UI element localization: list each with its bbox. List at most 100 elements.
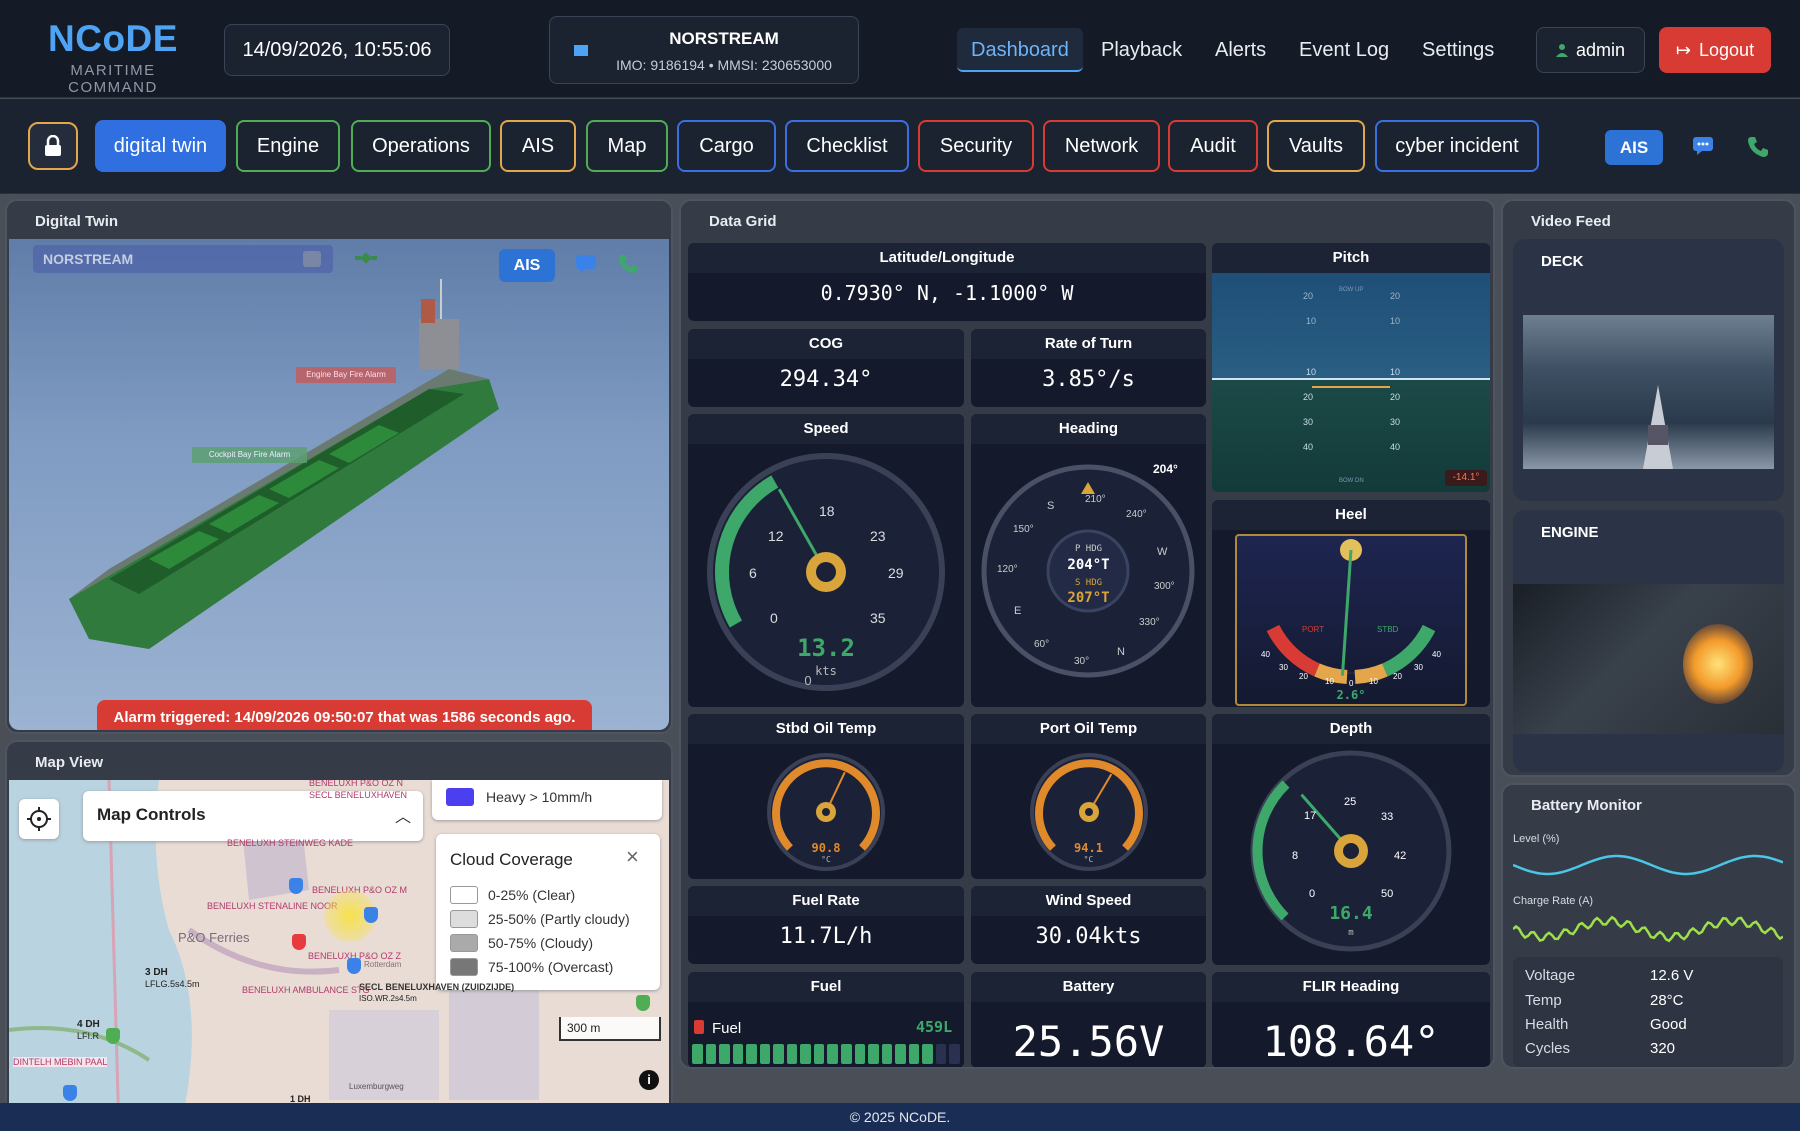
footer: © 2025 NCoDE. <box>0 1103 1800 1131</box>
heel-tick: 30 <box>1279 663 1288 672</box>
fuel-value: 459L <box>916 1018 953 1036</box>
cloud-label: 75-100% (Overcast) <box>488 959 614 975</box>
ais-marker-icon[interactable] <box>63 1085 77 1101</box>
wind-speed-cell: Wind Speed 30.04kts <box>971 886 1206 964</box>
data-grid-title: Data Grid <box>709 213 777 230</box>
lock-button[interactable] <box>28 122 78 170</box>
level-chart-label: Level (%) <box>1513 833 1560 845</box>
info-icon[interactable]: i <box>639 1070 659 1090</box>
engine-camera-feed[interactable] <box>1513 584 1784 734</box>
heel-tick: 40 <box>1432 650 1441 659</box>
twin-chat-icon[interactable] <box>575 254 597 274</box>
ais-marker-icon[interactable] <box>106 1028 120 1044</box>
stat-key: Health <box>1525 1016 1569 1033</box>
user-button[interactable]: admin <box>1536 27 1645 73</box>
tab-checklist[interactable]: Checklist <box>785 120 909 172</box>
nav-playback[interactable]: Playback <box>1087 28 1196 72</box>
flir-value: 108.64° <box>1262 1017 1440 1066</box>
cockpit-bay-alarm-label[interactable]: Cockpit Bay Fire Alarm <box>192 447 307 463</box>
heel-tick: 30 <box>1414 663 1423 672</box>
tab-security[interactable]: Security <box>918 120 1034 172</box>
ship-model[interactable] <box>69 279 529 659</box>
heel-tick: 0 <box>1349 679 1354 688</box>
pitch-tick: 10 <box>1390 367 1401 377</box>
digital-twin-viewport[interactable]: NORSTREAM AIS Engine Bay Fire Alarm Cock… <box>9 239 669 730</box>
heading-cell: Heading 204° 210° 240° W 300° 330° N 30°… <box>971 414 1206 707</box>
brand-subtitle: MARITIME COMMAND <box>68 62 158 96</box>
tab-vaults[interactable]: Vaults <box>1267 120 1365 172</box>
twin-phone-icon[interactable] <box>617 253 639 275</box>
fuel-segment <box>786 1044 798 1064</box>
ais-marker-icon[interactable] <box>636 995 650 1011</box>
lock-icon <box>45 135 61 156</box>
engine-camera-label: ENGINE <box>1541 524 1599 541</box>
depth-tick: 42 <box>1394 850 1407 862</box>
map-place-label: SECL BENELUXHAVEN (ZUIDZIJDE) <box>359 982 515 992</box>
chat-icon[interactable] <box>1692 136 1714 156</box>
fuel-segment <box>732 1044 744 1064</box>
nav-dashboard[interactable]: Dashboard <box>957 28 1083 72</box>
brand: NCoDE MARITIME COMMAND <box>28 18 198 96</box>
charge-chart-label: Charge Rate (A) <box>1513 895 1594 907</box>
close-icon[interactable]: × <box>626 844 639 870</box>
fuel-segment <box>935 1044 947 1064</box>
fuel-segment <box>719 1044 730 1064</box>
engine-bay-alarm-label[interactable]: Engine Bay Fire Alarm <box>296 367 396 383</box>
battery-monitor-panel: Battery Monitor Level (%) Charge Rate (A… <box>1501 783 1796 1069</box>
ais-button[interactable]: AIS <box>1605 130 1663 165</box>
heel-display: PORT STBD 40 30 20 10 0 10 20 30 40 2.6° <box>1235 534 1467 706</box>
fuel-segment <box>854 1044 866 1064</box>
nav-settings[interactable]: Settings <box>1408 28 1508 72</box>
battery-monitor-title: Battery Monitor <box>1531 797 1642 814</box>
vessel-selector[interactable]: NORSTREAM IMO: 9186194 • MMSI: 230653000 <box>549 16 859 84</box>
video-feed-panel: Video Feed DECK ENGINE <box>1501 199 1796 777</box>
ais-marker-icon[interactable] <box>289 878 303 894</box>
pitch-tick: 20 <box>1303 291 1314 301</box>
ais-marker-icon[interactable] <box>292 934 306 950</box>
fuel-segment <box>800 1044 811 1064</box>
rot-value: 3.85°/s <box>1042 367 1135 392</box>
speed-cell: Speed 0 6 12 18 23 29 35 0 13.2 kts <box>688 414 964 707</box>
tab-audit[interactable]: Audit <box>1168 120 1258 172</box>
map-place-label: 4 DH <box>77 1019 100 1030</box>
map-place-label: Luxemburgweg <box>349 1082 404 1091</box>
user-name: admin <box>1575 40 1626 60</box>
tab-ais[interactable]: AIS <box>500 120 576 172</box>
port-oil-unit: °C <box>1083 855 1094 864</box>
heel-tick: 40 <box>1261 650 1270 659</box>
chevron-up-icon[interactable]: ︿ <box>395 803 411 827</box>
ais-marker-icon[interactable] <box>364 907 378 923</box>
pitch-tick: 40 <box>1303 442 1314 452</box>
wind-speed-value: 30.04kts <box>1035 924 1142 949</box>
map-canvas[interactable]: Map Controls ︿ Heavy > 10mm/h Cloud Cove… <box>9 780 669 1131</box>
deck-camera[interactable]: DECK <box>1513 239 1784 501</box>
top-bar: NCoDE MARITIME COMMAND 14/09/2026, 10:55… <box>0 0 1800 98</box>
engine-camera[interactable]: ENGINE <box>1513 510 1784 772</box>
tab-cyber-incident[interactable]: cyber incident <box>1375 120 1539 172</box>
tab-digital-twin[interactable]: digital twin <box>95 120 226 172</box>
nav-alerts[interactable]: Alerts <box>1201 28 1280 72</box>
pitch-value: -14.1° <box>1445 470 1487 486</box>
compass-label: 330° <box>1139 617 1160 628</box>
deck-camera-feed[interactable] <box>1523 315 1774 469</box>
tab-map[interactable]: Map <box>586 120 668 172</box>
fuel-label: Fuel <box>688 972 964 1002</box>
tab-network[interactable]: Network <box>1043 120 1160 172</box>
nav-event-log[interactable]: Event Log <box>1285 28 1403 72</box>
twin-ais-button[interactable]: AIS <box>499 249 555 282</box>
phone-icon[interactable] <box>1746 135 1770 159</box>
map-controls-label: Map Controls <box>97 805 206 824</box>
latlon-cell: Latitude/Longitude 0.7930° N, -1.1000° W <box>688 243 1206 321</box>
locate-button[interactable] <box>19 799 59 839</box>
tab-cargo[interactable]: Cargo <box>677 120 776 172</box>
tab-engine[interactable]: Engine <box>236 120 340 172</box>
map-place-label: LFI.R <box>77 1031 100 1041</box>
depth-tick: 33 <box>1381 811 1394 823</box>
cog-cell: COG 294.34° <box>688 329 964 407</box>
logout-button[interactable]: ↦ Logout <box>1659 27 1771 73</box>
map-place-label: BENELUXH P&O OZ N <box>309 780 404 788</box>
ais-marker-icon[interactable] <box>347 958 361 974</box>
cloud-swatch <box>450 958 478 976</box>
depth-tick: 0 <box>1309 888 1316 900</box>
tab-operations[interactable]: Operations <box>351 120 491 172</box>
